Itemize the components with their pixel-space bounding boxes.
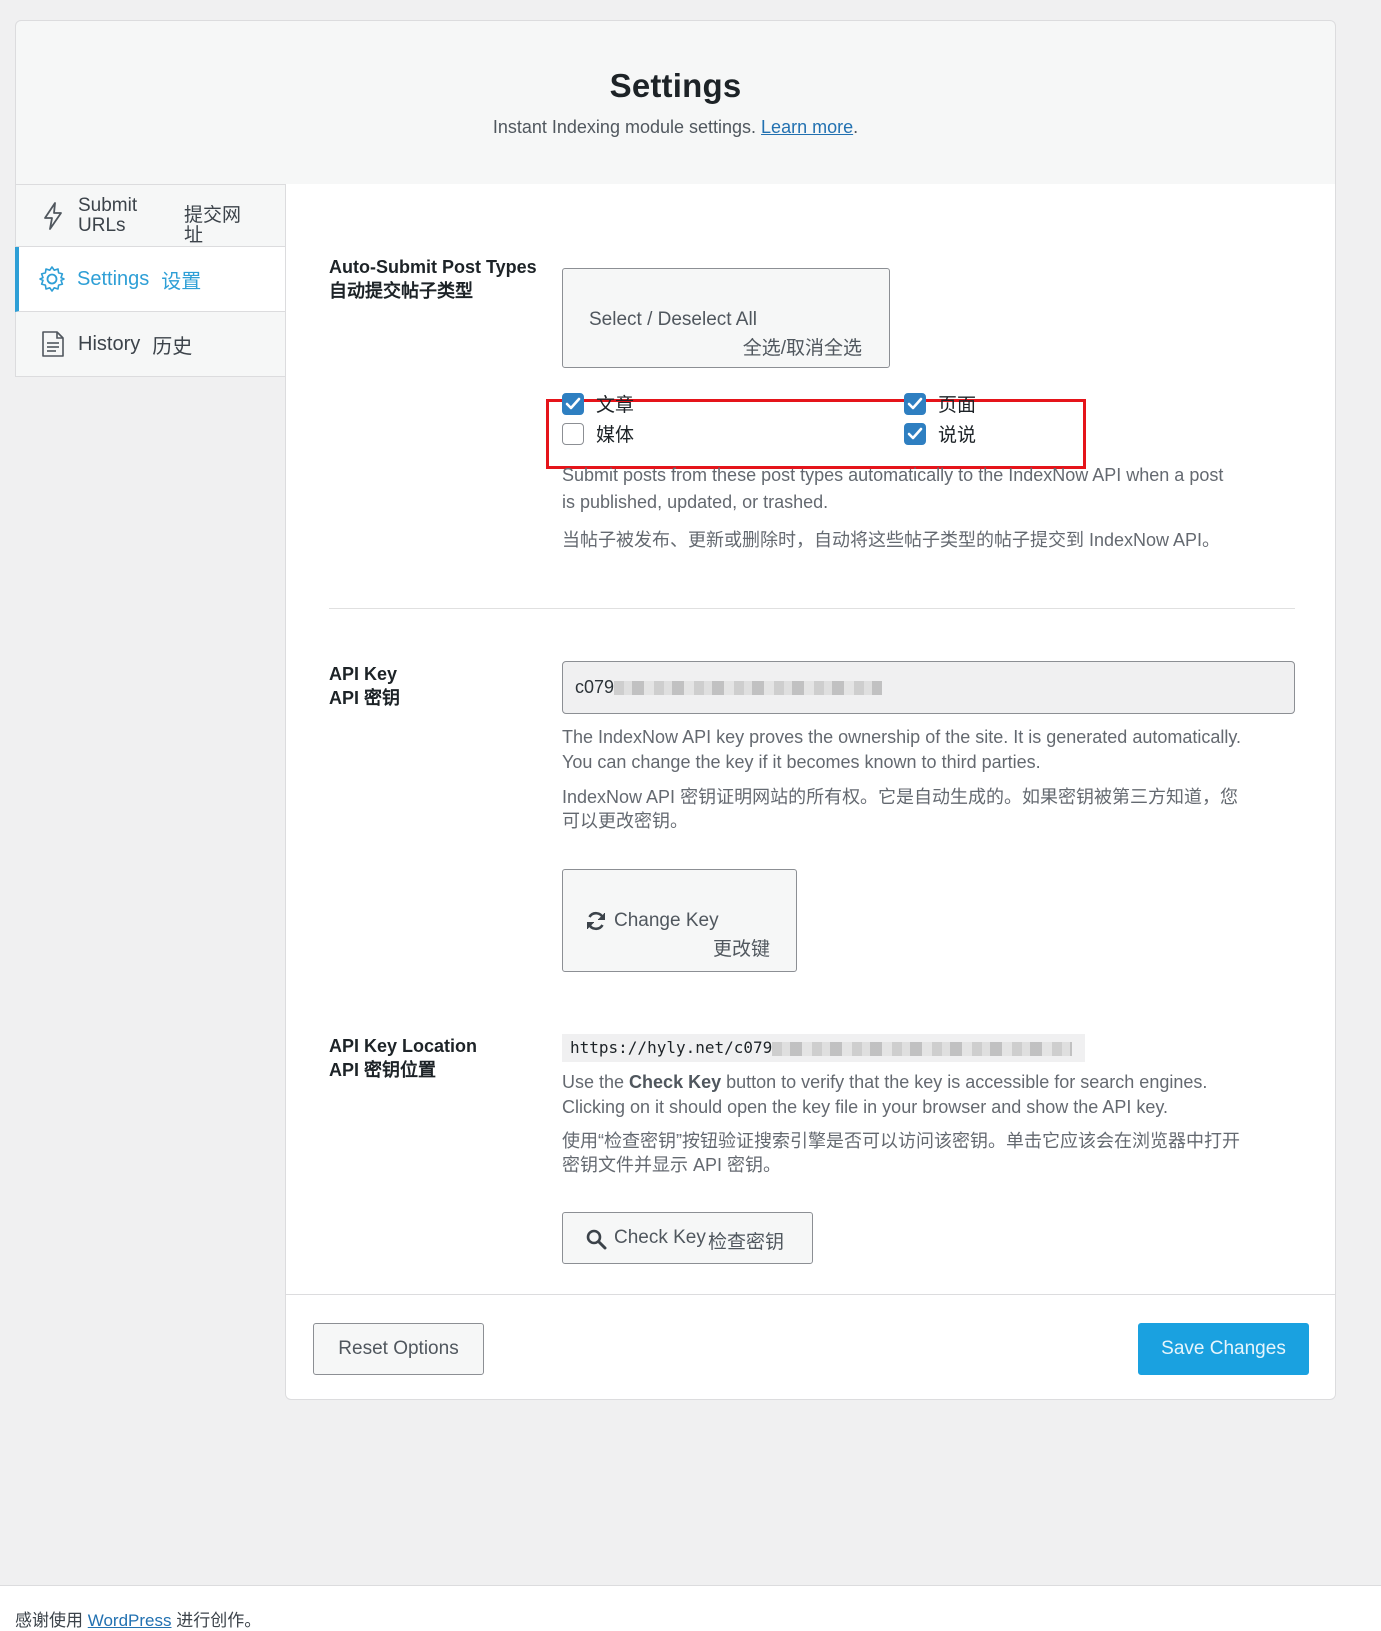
lightning-icon [38,201,68,231]
settings-content: Auto-Submit Post Types 自动提交帖子类型 Select /… [285,184,1336,1369]
actions-bar: Reset Options Save Changes [285,1294,1336,1400]
subtitle-period: . [853,117,859,137]
change-key-button[interactable]: Change Key 更改键 [562,869,797,972]
api-key-field[interactable]: c079 [562,661,1295,714]
tab-history-label-cn: 历史 [152,335,193,358]
post-types-help-en: Submit posts from these post types autom… [562,465,1224,512]
checkbox-label: 媒体 [596,425,635,446]
api-location-help-cn: 使用“检查密钥”按钮验证搜索引擎是否可以访问该密钥。单击它应该会在浏览器中打开 … [562,1131,1240,1175]
subtitle-text: Instant Indexing module settings. [492,117,757,137]
checkbox-item[interactable]: 页面 [904,390,976,417]
tab-settings-label-cn: 设置 [161,270,202,293]
checkbox-checked[interactable] [904,422,926,445]
checkbox-unchecked[interactable] [562,422,584,445]
learn-more-link[interactable]: Learn more [761,117,853,137]
save-changes-button[interactable]: Save Changes [1138,1323,1309,1375]
redacted-blur [772,1041,1073,1056]
tab-submit-label-en: Submit URLs [78,194,138,236]
tab-submit-urls[interactable]: Submit URLs 提交网 址 [15,184,286,247]
wp-footer-text: 感谢使用 WordPress 进行创作。 [15,1611,262,1630]
settings-panel: Settings Instant Indexing module setting… [15,20,1336,1440]
document-icon [38,329,68,359]
redacted-blur [614,681,883,696]
change-key-label-cn: 更改键 [712,939,770,960]
select-all-label-en: Select / Deselect All [589,309,757,330]
api-location-label: API Key Location API 密钥位置 [329,1036,478,1080]
tab-history[interactable]: History 历史 [15,312,286,377]
select-all-label-cn: 全选/取消全选 [742,338,862,359]
check-key-label-cn: 检查密钥 [708,1232,785,1253]
api-key-url: https://hyly.net/c079 [562,1034,1085,1062]
tab-history-label-en: History [78,332,141,355]
post-types-label: Auto-Submit Post Types 自动提交帖子类型 [329,257,537,301]
search-icon [585,1228,607,1256]
api-key-help-en: The IndexNow API key proves the ownershi… [562,727,1242,772]
checkbox-item[interactable]: 说说 [904,420,976,447]
settings-header: Settings Instant Indexing module setting… [15,20,1336,185]
page-title: Settings [609,67,742,104]
api-key-label: API Key API 密钥 [329,664,401,708]
api-key-help-cn: IndexNow API 密钥证明网站的所有权。它是自动生成的。如果密钥被第三方… [562,787,1239,831]
checkbox-label: 文章 [596,395,635,416]
reset-options-button[interactable]: Reset Options [313,1323,484,1375]
settings-nav: Submit URLs 提交网 址 Settings 设置 History 历史 [15,184,286,377]
select-deselect-all-button[interactable]: Select / Deselect All 全选/取消全选 [562,268,890,368]
api-location-help-en: Use the Check Key button to verify that … [562,1072,1208,1117]
check-key-button[interactable]: Check Key 检查密钥 [562,1212,813,1264]
checkbox-checked[interactable] [904,392,926,415]
api-key-value: c079 [575,677,615,697]
gear-icon [37,264,67,294]
wp-footer: 感谢使用 WordPress 进行创作。 [0,1586,1381,1631]
page-subtitle: Instant Indexing module settings. Learn … [16,117,1335,138]
tab-settings-label-en: Settings [77,267,150,290]
checkbox-label: 页面 [938,395,977,416]
post-types-help-cn: 当帖子被发布、更新或删除时，自动将这些帖子类型的帖子提交到 IndexNow A… [562,530,1221,550]
section-divider [329,608,1295,609]
tab-submit-label-cn: 提交网 址 [184,204,242,246]
check-key-label-en: Check Key [614,1227,706,1248]
tab-settings[interactable]: Settings 设置 [15,247,286,312]
checkbox-item[interactable]: 媒体 [562,420,634,447]
change-key-label-en: Change Key [614,910,719,931]
wordpress-link[interactable]: WordPress [88,1611,172,1630]
refresh-icon [585,910,607,938]
checkbox-label: 说说 [938,425,977,446]
checkbox-checked[interactable] [562,392,584,415]
checkbox-item[interactable]: 文章 [562,390,634,417]
